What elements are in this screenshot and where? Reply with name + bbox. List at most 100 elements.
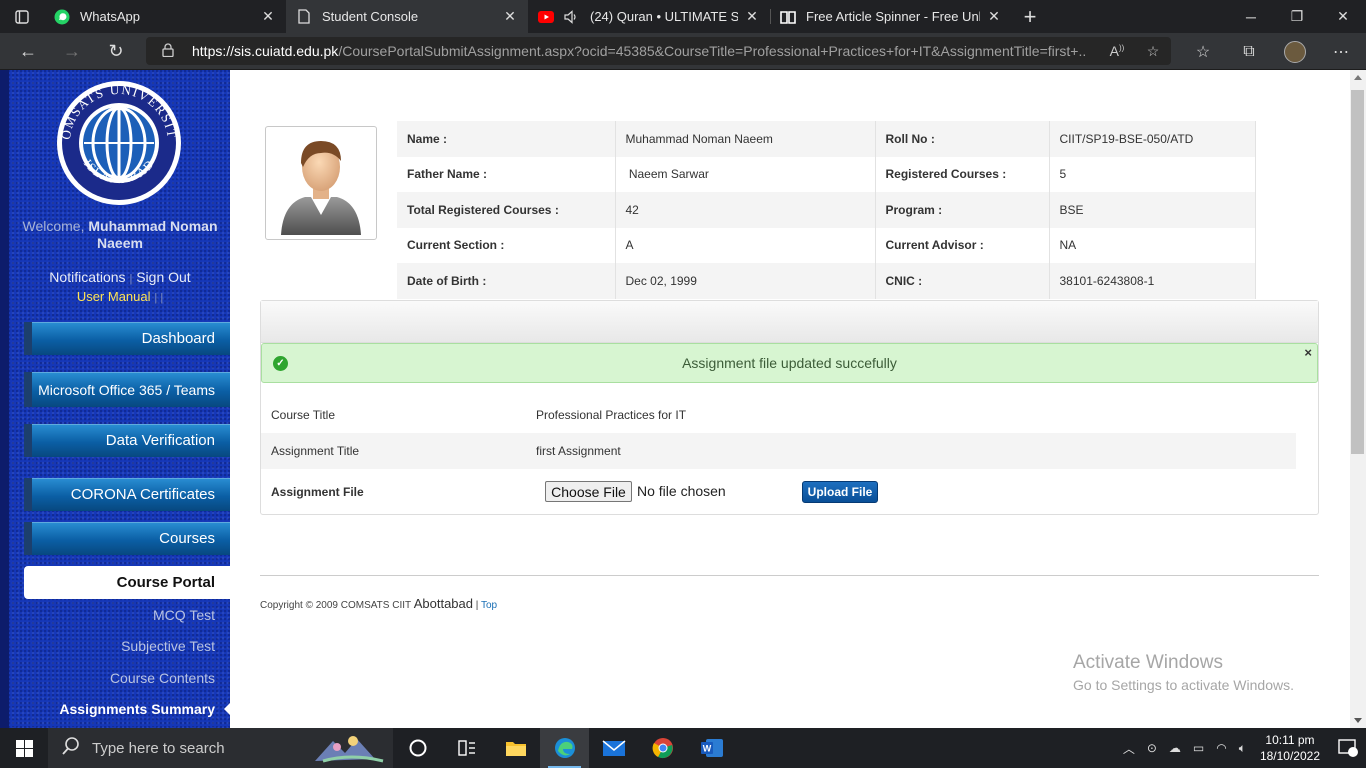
url-path: /CoursePortalSubmitAssignment.aspx?ocid=… [338, 43, 1087, 59]
campus-text: Abottabad [413, 596, 473, 611]
registered-courses-label: Registered Courses : [875, 156, 1050, 192]
collections-icon[interactable]: ⧉ [1226, 43, 1272, 61]
speaker-icon[interactable] [564, 9, 580, 25]
upload-file-button[interactable]: Upload File [802, 481, 878, 503]
menu-dashboard[interactable]: Dashboard [24, 322, 230, 355]
submenu-subjective-test[interactable]: Subjective Test [24, 638, 215, 654]
tab-title: WhatsApp [80, 9, 140, 24]
profile-avatar[interactable] [1272, 40, 1318, 63]
menu-courses[interactable]: Courses [24, 522, 230, 555]
welcome-text: Welcome, Muhammad Noman Naeem [10, 218, 230, 252]
menu-corona-certificates[interactable]: CORONA Certificates [24, 478, 230, 511]
user-name: Muhammad Noman Naeem [88, 218, 218, 251]
watermark-subtitle: Go to Settings to activate Windows. [1073, 677, 1294, 693]
add-favorite-icon[interactable]: ☆ [1135, 43, 1171, 60]
tab-actions-icon[interactable] [0, 0, 44, 33]
chrome-icon[interactable] [638, 728, 687, 768]
activate-windows-watermark: Activate Windows Go to Settings to activ… [1073, 652, 1294, 693]
read-aloud-icon[interactable]: A)) [1099, 43, 1135, 59]
clock-date: 18/10/2022 [1259, 749, 1320, 763]
menu-office365[interactable]: Microsoft Office 365 / Teams [24, 372, 230, 407]
submenu-mcq-test[interactable]: MCQ Test [24, 607, 215, 623]
top-link[interactable]: Top [481, 600, 497, 611]
battery-icon[interactable]: ▭ [1193, 741, 1204, 755]
volume-icon[interactable]: 🔈︎ [1239, 741, 1246, 756]
wifi-icon[interactable]: ◠ [1216, 741, 1226, 755]
mail-icon[interactable] [589, 728, 638, 768]
advisor-label: Current Advisor : [875, 227, 1050, 263]
scroll-down-icon[interactable] [1354, 718, 1362, 723]
assignment-file-label: Assignment File [271, 485, 364, 499]
search-icon [62, 737, 80, 759]
forward-icon[interactable]: → [50, 33, 94, 70]
windows-taskbar: Type here to search W ︿ ⊙ ☁ ▭ ◠ 🔈︎ 10:11… [0, 728, 1366, 768]
tab-title: Student Console [322, 9, 419, 24]
favorites-icon[interactable]: ☆ [1180, 42, 1226, 62]
user-links: Notifications | Sign Out User Manual | | [49, 269, 191, 304]
refresh-icon[interactable]: ↻ [94, 33, 138, 70]
taskbar-search[interactable]: Type here to search [48, 728, 393, 768]
close-tab-icon[interactable]: ✕ [986, 8, 1002, 25]
roll-no-label: Roll No : [875, 121, 1050, 157]
tab-youtube[interactable]: (24) Quran • ULTIMATE SLEE ✕ [528, 0, 770, 33]
name-value: Muhammad Noman Naeem [615, 121, 876, 157]
scroll-up-icon[interactable] [1354, 75, 1362, 80]
close-tab-icon[interactable]: ✕ [744, 8, 760, 25]
close-alert-icon[interactable]: × [1304, 345, 1312, 360]
copyright-text: Copyright © 2009 COMSATS CIIT [260, 600, 411, 611]
file-explorer-icon[interactable] [491, 728, 540, 768]
youtube-icon [538, 9, 554, 25]
close-tab-icon[interactable]: ✕ [260, 8, 276, 25]
cnic-label: CNIC : [875, 263, 1050, 299]
welcome-prefix: Welcome, [22, 218, 85, 234]
choose-file-button[interactable]: Choose File [545, 481, 632, 502]
sign-out-link[interactable]: Sign Out [136, 269, 190, 285]
tab-article-spinner[interactable]: Free Article Spinner - Free Unlim ✕ [770, 0, 1012, 33]
alert-message: Assignment file updated succefully [682, 355, 897, 371]
footer-copyright: Copyright © 2009 COMSATS CIIT Abottabad … [260, 596, 497, 611]
name-label: Name : [397, 121, 616, 157]
minimize-icon[interactable]: ─ [1228, 0, 1274, 33]
clock-time: 10:11 pm [1265, 733, 1315, 747]
assignment-title-label: Assignment Title [271, 444, 360, 458]
sidebar-edge [0, 70, 9, 730]
meet-now-icon[interactable]: ⊙ [1147, 741, 1157, 755]
user-manual-link[interactable]: User Manual [77, 289, 151, 304]
assignment-title-row: Assignment Title first Assignment [261, 433, 1296, 469]
search-placeholder: Type here to search [92, 739, 225, 757]
page-scrollbar[interactable] [1350, 70, 1366, 728]
profile-photo [265, 126, 377, 240]
edge-icon[interactable] [540, 728, 589, 768]
menu-course-portal[interactable]: Course Portal [24, 566, 230, 599]
windows-start-icon[interactable] [0, 728, 48, 768]
new-tab-button[interactable]: + [1012, 0, 1048, 33]
back-icon[interactable]: ← [6, 33, 50, 70]
close-tab-icon[interactable]: ✕ [502, 8, 518, 25]
assignment-title-value: first Assignment [536, 444, 621, 458]
page-icon [296, 9, 312, 25]
tab-student-console[interactable]: Student Console ✕ [286, 0, 528, 33]
url-field[interactable]: https://sis.cuiatd.edu.pk/CoursePortalSu… [146, 37, 1171, 65]
show-hidden-icons[interactable]: ︿ [1123, 740, 1135, 757]
menu-data-verification[interactable]: Data Verification [24, 424, 230, 457]
father-name-value: Naeem Sarwar [615, 156, 876, 192]
word-icon[interactable]: W [687, 728, 736, 768]
tab-whatsapp[interactable]: WhatsApp ✕ [44, 0, 286, 33]
widgets-icon[interactable] [442, 728, 491, 768]
notifications-link[interactable]: Notifications [49, 269, 125, 285]
program-value: BSE [1049, 192, 1256, 228]
more-icon[interactable]: ⋯ [1318, 42, 1364, 62]
lock-icon[interactable] [162, 42, 176, 60]
task-view-icon[interactable] [393, 728, 442, 768]
taskbar-clock[interactable]: 10:11 pm 18/10/2022 [1260, 732, 1320, 764]
close-window-icon[interactable]: ✕ [1320, 0, 1366, 33]
restore-icon[interactable]: ❐ [1274, 0, 1320, 33]
submenu-assignments-summary[interactable]: Assignments Summary [24, 701, 215, 717]
onedrive-icon[interactable]: ☁ [1169, 741, 1181, 755]
scroll-thumb[interactable] [1351, 90, 1364, 454]
watermark-title: Activate Windows [1073, 652, 1223, 673]
course-title-value: Professional Practices for IT [536, 408, 687, 422]
submenu-course-contents[interactable]: Course Contents [24, 670, 215, 686]
notifications-icon[interactable] [1330, 739, 1366, 757]
info-row: Current Section : A Current Advisor : NA [397, 227, 1256, 263]
